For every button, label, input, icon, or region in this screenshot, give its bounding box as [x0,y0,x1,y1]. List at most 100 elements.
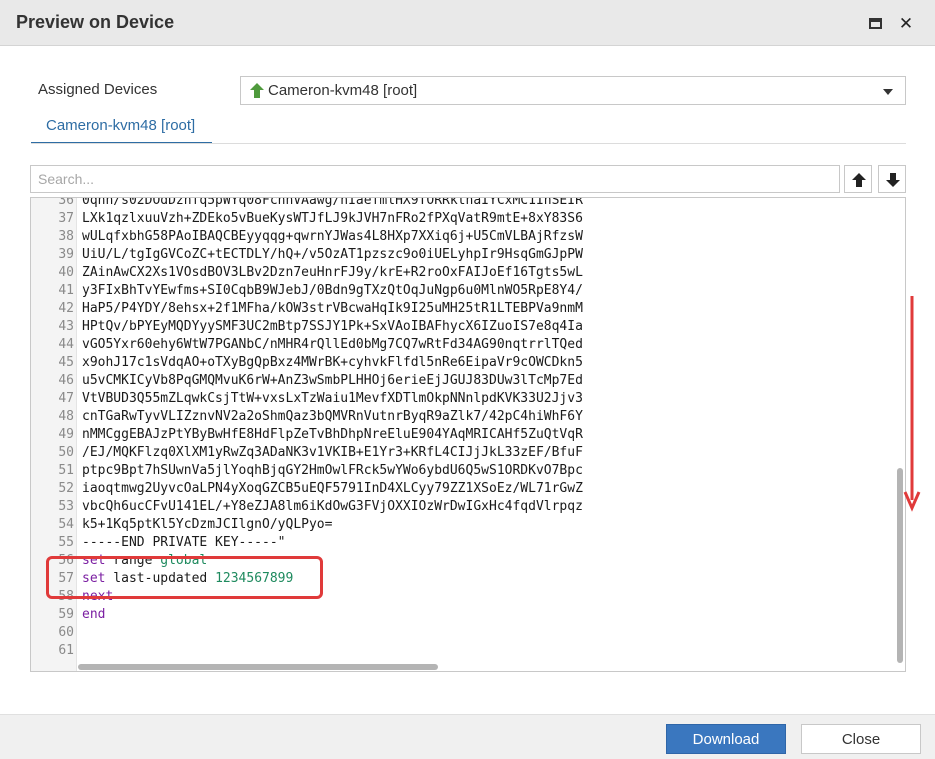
line-number: 47 [58,391,74,406]
text-token: HaP5/P4YDY/8ehsx+2f1MFha/kOW3strVBcwaHqI… [82,301,583,316]
keyword-token: next [82,589,114,604]
line-number: 36 [58,197,74,208]
line-text: x9ohJ17c1sVdqAO+oTXyBgQpBxz4MWrBK+cyhvkF… [82,354,583,372]
text-token: nMMCggEBAJzPtYByBwHfE8HdFlpZeTvBhDhpNreE… [82,427,583,442]
code-line: 56 set range global [31,552,905,570]
code-line: 50/EJ/MQKFlzq0XlXM1yRwZq3ADaNK3v1VKIB+E1… [31,444,905,462]
code-line: 46 u5vCMKICyVb8PqGMQMvuK6rW+AnZ3wSmbPLHHO… [31,372,905,390]
line-text: VtVBUD3Q55mZLqwkCsjTtW+vxsLxTzWaiu1MevfX… [82,390,583,408]
line-text: wULqfxbhG58PAoIBAQCBEyyqqg+qwrnYJWas4L8H… [82,228,583,246]
device-select[interactable]: Cameron-kvm48 [root] [240,76,906,105]
line-text: nMMCggEBAJzPtYByBwHfE8HdFlpZeTvBhDhpNreE… [82,426,583,444]
text-token: HPtQv/bPYEyMQDYyySMF3UC2mBtp7SSJY1Pk+SxV… [82,319,583,334]
text-token: range [105,553,161,568]
text-token: iaoqtmwg2UyvcOaLPN4yXoqGZCB5uEQF5791InD4… [82,481,583,496]
line-number: 45 [58,355,74,370]
tab-device[interactable]: Cameron-kvm48 [root] [31,108,212,144]
line-number: 58 [58,589,74,604]
line-number: 53 [58,499,74,514]
dialog-title: Preview on Device [16,12,175,32]
search-input[interactable] [30,165,840,193]
previous-match-button[interactable] [844,165,872,193]
maximize-button[interactable] [866,14,884,32]
line-number: 51 [58,463,74,478]
line-text: ptpc9Bpt7hSUwnVa5jlYoqhBjqGY2HmOwlFRck5w… [82,462,583,480]
text-token: wULqfxbhG58PAoIBAQCBEyyqqg+qwrnYJWas4L8H… [82,229,583,244]
text-token: u5vCMKICyVb8PqGMQMvuK6rW+AnZ3wSmbPLHHOj6… [82,373,583,388]
text-token: UiU/L/tgIgGVCoZC+tECTDLY/hQ+/v5OzAT1pzsz… [82,247,583,262]
code-line: 52 iaoqtmwg2UyvcOaLPN4yXoqGZCB5uEQF5791In… [31,480,905,498]
tab-device-label: Cameron-kvm48 [root] [46,117,196,134]
code-line: 60 [31,624,905,642]
code-line: 42 HaP5/P4YDY/8ehsx+2f1MFha/kOW3strVBcwaH… [31,300,905,318]
code-line: 57 set last-updated 1234567899 [31,570,905,588]
keyword-token: set [82,553,106,568]
dialog-footer [0,714,935,759]
maximize-icon [868,17,882,29]
line-number: 42 [58,301,74,316]
line-text: k5+1Kq5ptKl5YcDzmJCIlgnO/yQLPyo= [82,516,332,534]
close-icon: ✕ [898,13,914,33]
line-text: vGO5Yxr60ehy6WtW7PGANbC/nMHR4rQllEd0bMg7… [82,336,583,354]
text-token: -----END PRIVATE KEY-----" [82,535,286,550]
code-line: 51 ptpc9Bpt7hSUwnVa5jlYoqhBjqGY2HmOwlFRck… [31,462,905,480]
text-token: 0qhh/s02DOdDznfq5pWYq08FchhVAawg/hIaefml… [82,197,583,208]
line-number: 54 [58,517,74,532]
tab-divider [31,143,906,144]
line-text: HPtQv/bPYEyMQDYyySMF3UC2mBtp7SSJY1Pk+SxV… [82,318,583,336]
line-number: 37 [58,211,74,226]
line-number: 56 [58,553,74,568]
line-text: LXk1qzlxuuVzh+ZDEko5vBueKysWTJfLJ9kJVH7n… [82,210,583,228]
text-token: ptpc9Bpt7hSUwnVa5jlYoqhBjqGY2HmOwlFRck5w… [82,463,583,478]
code-line: 61 [31,642,905,660]
text-token: ZAinAwCX2Xs1VOsdBOV3LBv2Dzn7euHnrFJ9y/kr… [82,265,583,280]
keyword-token: set [82,571,106,586]
horizontal-scrollbar[interactable] [78,664,438,670]
line-number: 61 [58,643,74,658]
line-text: UiU/L/tgIgGVCoZC+tECTDLY/hQ+/v5OzAT1pzsz… [82,246,583,264]
code-line: 48 cnTGaRwTyvVLIZznvNV2a2oShmQaz3bQMVRnVu… [31,408,905,426]
code-line: 55 -----END PRIVATE KEY-----" [31,534,905,552]
code-line: 53 vbcQh6ucCFvU141EL/+Y8eZJA8lm6iKdOwG3FV… [31,498,905,516]
text-token: vGO5Yxr60ehy6WtW7PGANbC/nMHR4rQllEd0bMg7… [82,337,583,352]
code-line: 47 VtVBUD3Q55mZLqwkCsjTtW+vxsLxTzWaiu1Mev… [31,390,905,408]
line-number: 46 [58,373,74,388]
config-preview-editor[interactable]: 36 0qhh/s02DOdDznfq5pWYq08FchhVAawg/hIaef… [30,197,906,672]
next-match-button[interactable] [878,165,906,193]
text-token: last-updated [105,571,216,586]
line-text: vbcQh6ucCFvU141EL/+Y8eZJA8lm6iKdOwG3FVjO… [82,498,583,516]
line-text: set last-updated 1234567899 [82,570,293,588]
line-text: ZAinAwCX2Xs1VOsdBOV3LBv2Dzn7euHnrFJ9y/kr… [82,264,583,282]
line-text: 0qhh/s02DOdDznfq5pWYq08FchhVAawg/hIaefml… [82,197,583,210]
line-number: 41 [58,283,74,298]
line-number: 52 [58,481,74,496]
code-line: 58 next [31,588,905,606]
line-text: -----END PRIVATE KEY-----" [82,534,286,552]
code-line: 36 0qhh/s02DOdDznfq5pWYq08FchhVAawg/hIaef… [31,197,905,210]
download-button[interactable]: Download [666,724,786,754]
text-token: LXk1qzlxuuVzh+ZDEko5vBueKysWTJfLJ9kJVH7n… [82,211,583,226]
line-number: 57 [58,571,74,586]
code-line: 41 y3FIxBhTvYEwfms+SI0CqbB9WJebJ/0Bdn9gTX… [31,282,905,300]
line-text: u5vCMKICyVb8PqGMQMvuK6rW+AnZ3wSmbPLHHOj6… [82,372,583,390]
code-line: 37 LXk1qzlxuuVzh+ZDEko5vBueKysWTJfLJ9kJVH… [31,210,905,228]
device-select-value: Cameron-kvm48 [root] [268,82,418,99]
code-line: 38 wULqfxbhG58PAoIBAQCBEyyqqg+qwrnYJWas4L… [31,228,905,246]
line-number: 50 [58,445,74,460]
text-token: /EJ/MQKFlzq0XlXM1yRwZq3ADaNK3v1VKIB+E1Yr… [82,445,583,460]
line-text: set range global [82,552,207,570]
line-text: iaoqtmwg2UyvcOaLPN4yXoqGZCB5uEQF5791InD4… [82,480,583,498]
text-token: vbcQh6ucCFvU141EL/+Y8eZJA8lm6iKdOwG3FVjO… [82,499,583,514]
code-line: 54 k5+1Kq5ptKl5YcDzmJCIlgnO/yQLPyo= [31,516,905,534]
close-button[interactable]: Close [801,724,921,754]
close-window-button[interactable]: ✕ [897,14,915,32]
line-number: 44 [58,337,74,352]
line-text: HaP5/P4YDY/8ehsx+2f1MFha/kOW3strVBcwaHqI… [82,300,583,318]
line-number: 38 [58,229,74,244]
line-number: 60 [58,625,74,640]
line-text: cnTGaRwTyvVLIZznvNV2a2oShmQaz3bQMVRnVutn… [82,408,583,426]
text-token: cnTGaRwTyvVLIZznvNV2a2oShmQaz3bQMVRnVutn… [82,409,583,424]
line-number: 49 [58,427,74,442]
chevron-down-icon [883,89,893,95]
vertical-scrollbar[interactable] [897,468,903,663]
